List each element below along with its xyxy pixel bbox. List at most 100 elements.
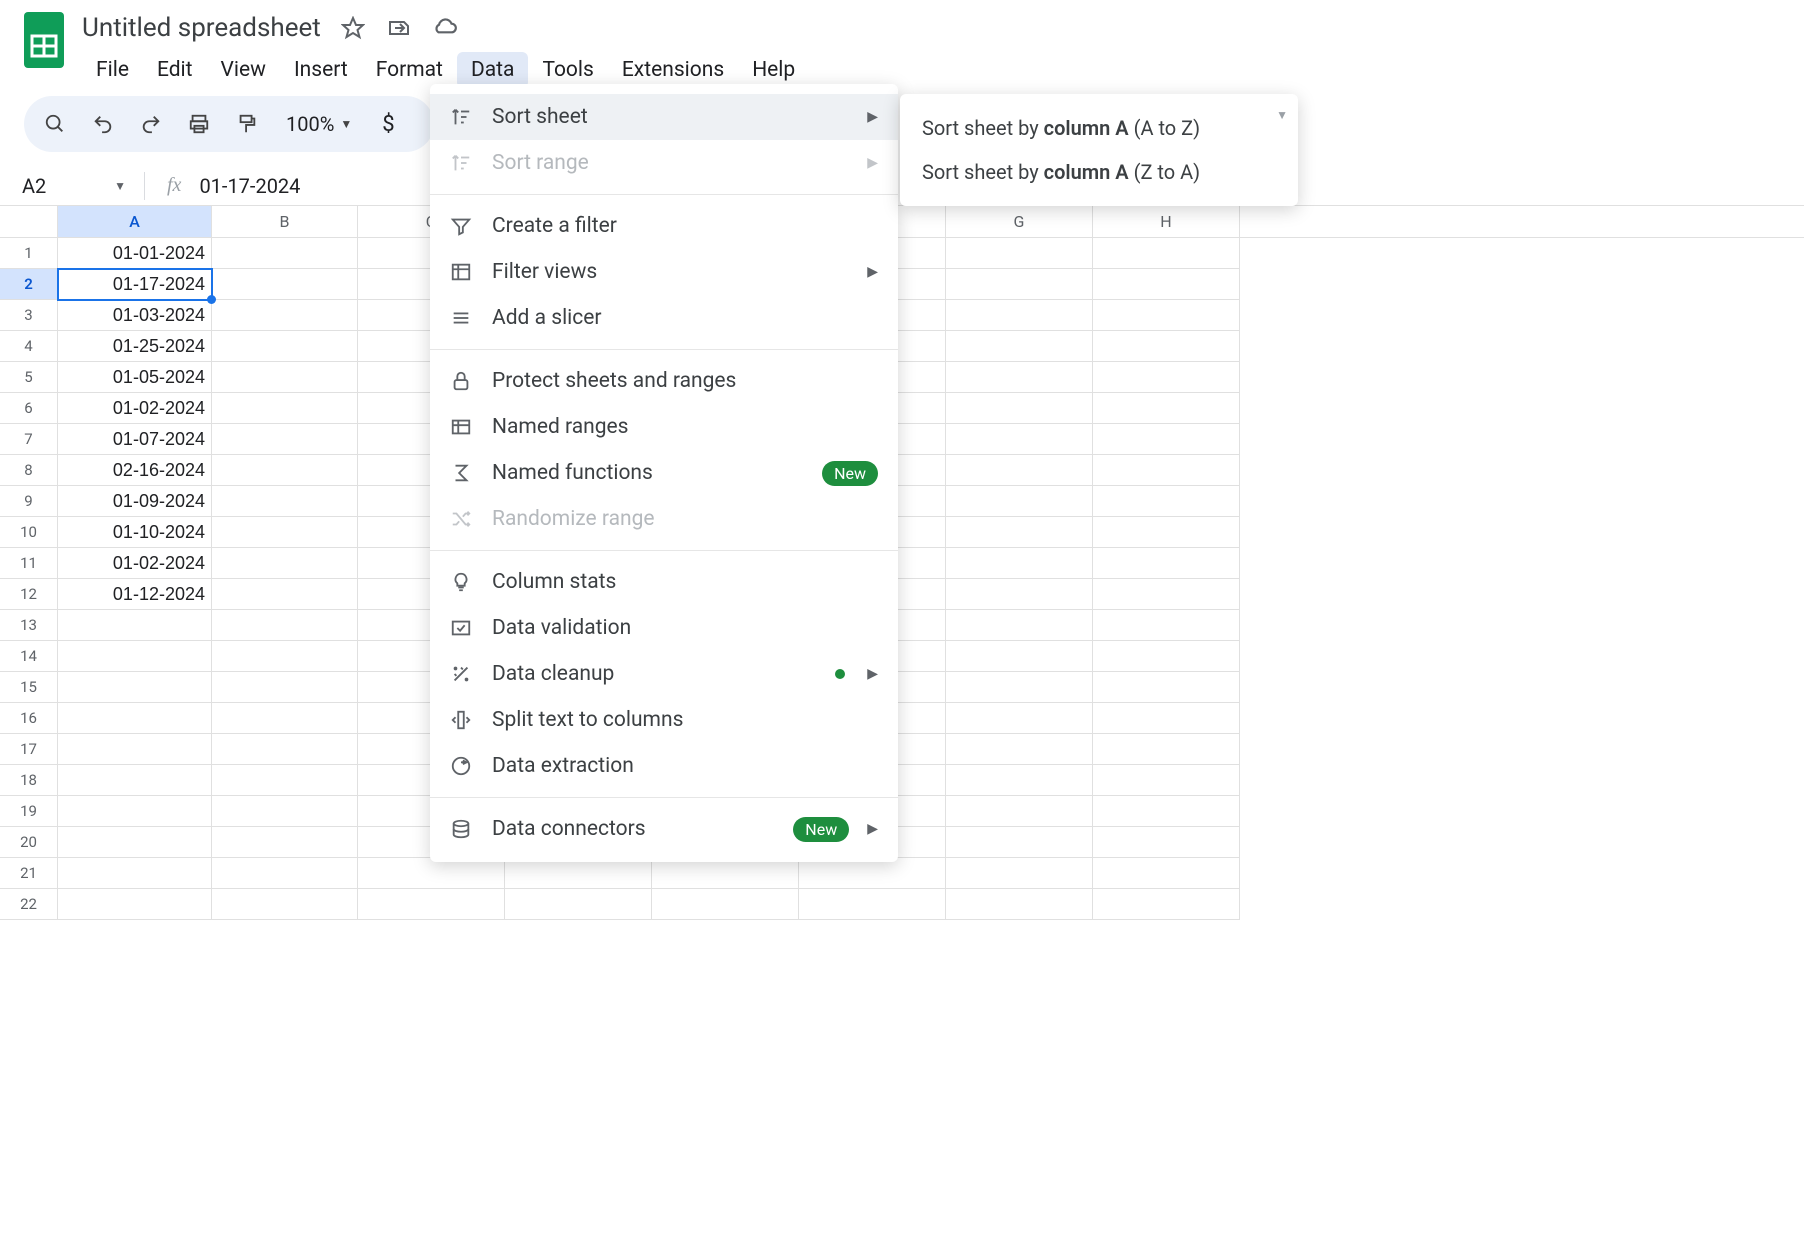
cell[interactable]: [946, 424, 1093, 455]
cell[interactable]: [946, 827, 1093, 858]
row-header[interactable]: 2: [0, 269, 58, 300]
cell[interactable]: [1093, 486, 1240, 517]
row-header[interactable]: 8: [0, 455, 58, 486]
cell[interactable]: [946, 548, 1093, 579]
cell[interactable]: [1093, 827, 1240, 858]
cell[interactable]: [1093, 548, 1240, 579]
cell[interactable]: [1093, 362, 1240, 393]
search-icon[interactable]: [42, 111, 68, 137]
cell[interactable]: [1093, 641, 1240, 672]
cell[interactable]: [212, 238, 358, 269]
cell[interactable]: [58, 827, 212, 858]
cell[interactable]: 01-09-2024: [58, 486, 212, 517]
cell[interactable]: [58, 858, 212, 889]
cell[interactable]: [946, 703, 1093, 734]
sort-sheet-a-to-z[interactable]: Sort sheet by column A (A to Z): [900, 106, 1298, 150]
cell[interactable]: [58, 889, 212, 920]
row-header[interactable]: 10: [0, 517, 58, 548]
row-header[interactable]: 16: [0, 703, 58, 734]
row-header[interactable]: 11: [0, 548, 58, 579]
cell[interactable]: [212, 362, 358, 393]
select-all-corner[interactable]: [0, 206, 58, 237]
cell[interactable]: [946, 765, 1093, 796]
menu-item-data-validation[interactable]: Data validation: [430, 605, 898, 651]
cell[interactable]: [58, 672, 212, 703]
row-header[interactable]: 1: [0, 238, 58, 269]
row-header[interactable]: 15: [0, 672, 58, 703]
sort-sheet-z-to-a[interactable]: Sort sheet by column A (Z to A): [900, 150, 1298, 194]
cell[interactable]: [946, 393, 1093, 424]
cell[interactable]: 01-01-2024: [58, 238, 212, 269]
formula-bar-value[interactable]: 01-17-2024: [199, 174, 300, 198]
menu-file[interactable]: File: [82, 52, 143, 88]
cell[interactable]: [358, 858, 505, 889]
cell[interactable]: [212, 455, 358, 486]
menu-extensions[interactable]: Extensions: [608, 52, 738, 88]
cell[interactable]: [799, 889, 946, 920]
cell[interactable]: [58, 641, 212, 672]
cell[interactable]: 01-03-2024: [58, 300, 212, 331]
cell[interactable]: [212, 424, 358, 455]
menu-item-data-connectors[interactable]: Data connectorsNew▶: [430, 806, 898, 852]
cell[interactable]: [212, 703, 358, 734]
cell[interactable]: [1093, 238, 1240, 269]
cell[interactable]: [505, 858, 652, 889]
menu-item-protect-sheets-and-ranges[interactable]: Protect sheets and ranges: [430, 358, 898, 404]
cell[interactable]: [652, 858, 799, 889]
menu-format[interactable]: Format: [362, 52, 457, 88]
cell[interactable]: [946, 331, 1093, 362]
row-header[interactable]: 22: [0, 889, 58, 920]
cell[interactable]: 01-07-2024: [58, 424, 212, 455]
cell[interactable]: [1093, 703, 1240, 734]
cell[interactable]: [212, 796, 358, 827]
row-header[interactable]: 9: [0, 486, 58, 517]
cell[interactable]: [946, 238, 1093, 269]
cell[interactable]: 01-05-2024: [58, 362, 212, 393]
cell[interactable]: [946, 579, 1093, 610]
row-header[interactable]: 4: [0, 331, 58, 362]
cell[interactable]: [946, 858, 1093, 889]
menu-item-column-stats[interactable]: Column stats: [430, 559, 898, 605]
menu-item-add-a-slicer[interactable]: Add a slicer: [430, 295, 898, 341]
cell[interactable]: [946, 734, 1093, 765]
menu-item-named-ranges[interactable]: Named ranges: [430, 404, 898, 450]
zoom-dropdown[interactable]: 100%▼: [286, 112, 352, 136]
menu-item-filter-views[interactable]: Filter views▶: [430, 249, 898, 295]
move-icon[interactable]: [385, 14, 413, 42]
menu-view[interactable]: View: [207, 52, 280, 88]
cloud-status-icon[interactable]: [431, 14, 459, 42]
cell[interactable]: 01-17-2024: [58, 269, 212, 300]
cell[interactable]: [212, 765, 358, 796]
print-icon[interactable]: [186, 111, 212, 137]
cell[interactable]: [212, 641, 358, 672]
menu-item-data-extraction[interactable]: Data extraction: [430, 743, 898, 789]
menu-tools[interactable]: Tools: [528, 52, 607, 88]
menu-data[interactable]: Data: [457, 52, 529, 88]
cell[interactable]: [946, 517, 1093, 548]
cell[interactable]: [1093, 269, 1240, 300]
cell[interactable]: [1093, 765, 1240, 796]
cell[interactable]: [212, 300, 358, 331]
cell[interactable]: [212, 269, 358, 300]
cell[interactable]: [1093, 734, 1240, 765]
cell[interactable]: [212, 858, 358, 889]
cell[interactable]: [799, 858, 946, 889]
menu-item-create-a-filter[interactable]: Create a filter: [430, 203, 898, 249]
cell[interactable]: 01-02-2024: [58, 393, 212, 424]
cell[interactable]: [58, 765, 212, 796]
column-header[interactable]: A: [58, 206, 212, 237]
column-header[interactable]: B: [212, 206, 358, 237]
row-header[interactable]: 21: [0, 858, 58, 889]
undo-icon[interactable]: [90, 111, 116, 137]
row-header[interactable]: 7: [0, 424, 58, 455]
menu-help[interactable]: Help: [738, 52, 809, 88]
column-header[interactable]: H: [1093, 206, 1240, 237]
cell[interactable]: [212, 610, 358, 641]
doc-title[interactable]: Untitled spreadsheet: [82, 13, 321, 43]
row-header[interactable]: 19: [0, 796, 58, 827]
cell[interactable]: [1093, 424, 1240, 455]
cell[interactable]: [1093, 455, 1240, 486]
cell[interactable]: [58, 703, 212, 734]
star-icon[interactable]: [339, 14, 367, 42]
cell[interactable]: [1093, 579, 1240, 610]
